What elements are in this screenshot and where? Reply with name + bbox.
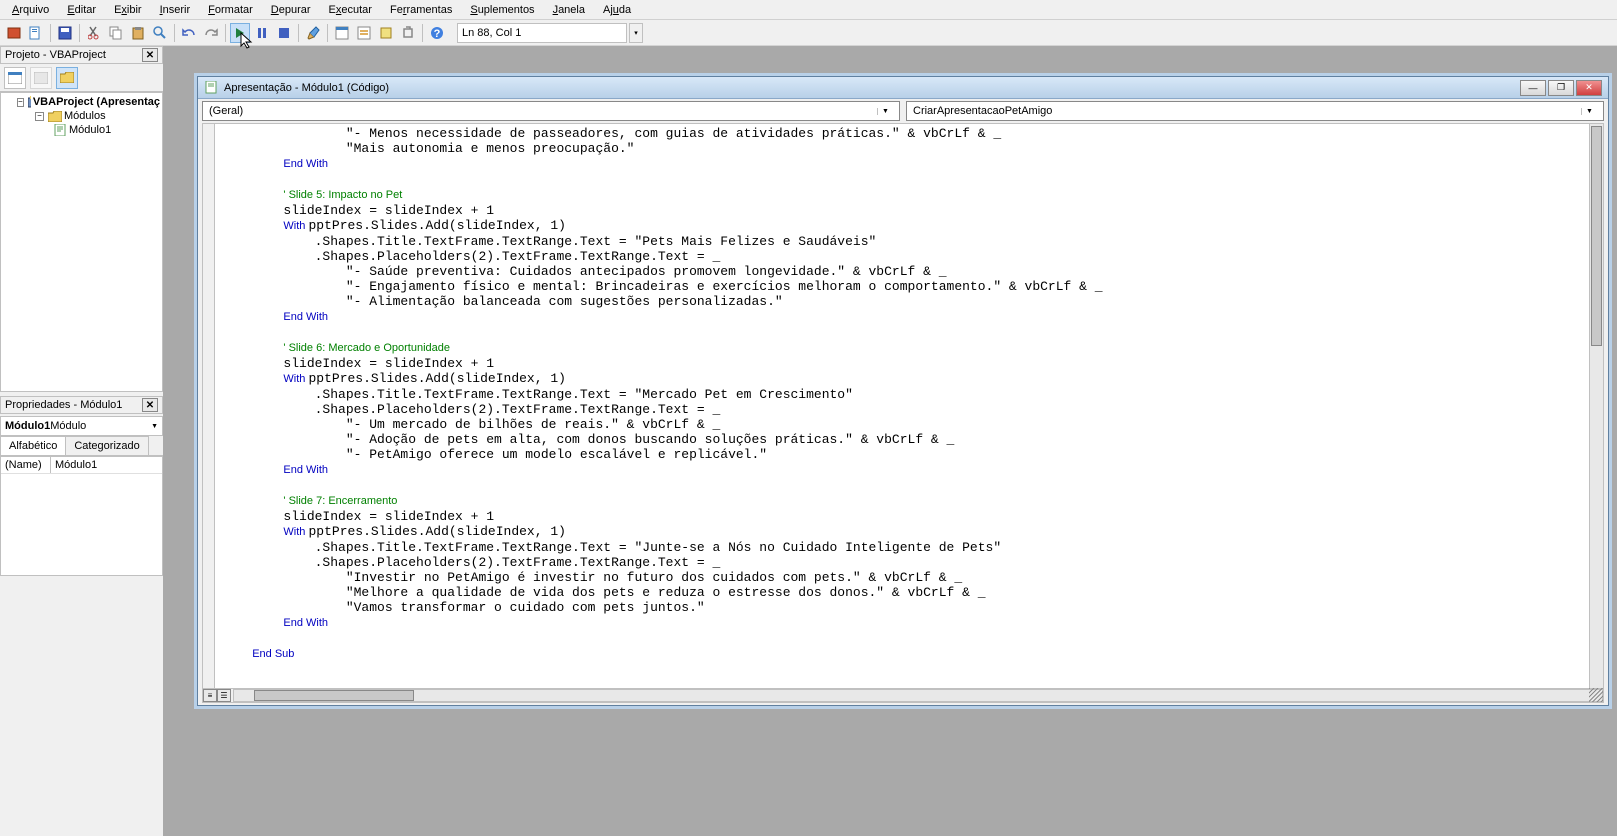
project-explorer-toolbar xyxy=(0,64,163,92)
find-button[interactable] xyxy=(150,23,170,43)
tree-root-label: VBAProject (Apresentaç xyxy=(33,96,160,108)
copy-button[interactable] xyxy=(106,23,126,43)
menu-janela[interactable]: Janela xyxy=(545,2,593,18)
menu-bar: Arquivo Editar Exibir Inserir Formatar D… xyxy=(0,0,1617,20)
toggle-folders-button[interactable] xyxy=(56,67,78,89)
tab-categorized[interactable]: Categorizado xyxy=(65,436,148,455)
code-window-titlebar[interactable]: Apresentação - Módulo1 (Código) — ❐ ✕ xyxy=(198,77,1608,99)
property-value-cell[interactable]: Módulo1 xyxy=(51,457,162,473)
property-row-name[interactable]: (Name) Módulo1 xyxy=(1,457,162,474)
menu-arquivo[interactable]: Arquivo xyxy=(4,2,57,18)
project-explorer-title: Projeto - VBAProject xyxy=(5,49,106,61)
properties-tabs: Alfabético Categorizado xyxy=(0,436,163,456)
menu-editar[interactable]: Editar xyxy=(59,2,104,18)
scrollbar-thumb[interactable] xyxy=(1591,126,1602,346)
tree-module1[interactable]: Módulo1 xyxy=(3,123,160,137)
tree-folder-modules[interactable]: − Módulos xyxy=(3,109,160,123)
project-tree[interactable]: − VBAProject (Apresentaç − Módulos Módul… xyxy=(0,92,163,392)
mdi-client-area: Apresentação - Módulo1 (Código) — ❐ ✕ (G… xyxy=(163,46,1617,836)
paste-button[interactable] xyxy=(128,23,148,43)
tab-alphabetic[interactable]: Alfabético xyxy=(0,436,66,455)
menu-ajuda[interactable]: Ajuda xyxy=(595,2,639,18)
tree-module-label: Módulo1 xyxy=(69,124,111,136)
save-button[interactable] xyxy=(55,23,75,43)
svg-text:?: ? xyxy=(434,28,441,40)
properties-header: Propriedades - Módulo1 ✕ xyxy=(0,396,163,414)
view-ppt-button[interactable] xyxy=(4,23,24,43)
reset-button[interactable] xyxy=(274,23,294,43)
design-mode-button[interactable] xyxy=(303,23,323,43)
properties-button[interactable] xyxy=(354,23,374,43)
menu-executar[interactable]: Executar xyxy=(321,2,380,18)
combo-arrow-icon: ▼ xyxy=(877,108,893,115)
break-button[interactable] xyxy=(252,23,272,43)
menu-formatar[interactable]: Formatar xyxy=(200,2,261,18)
combo-arrow-icon: ▼ xyxy=(151,423,158,430)
horizontal-scrollbar[interactable] xyxy=(233,689,1603,702)
help-button[interactable]: ? xyxy=(427,23,447,43)
close-button[interactable]: ✕ xyxy=(1576,80,1602,96)
menu-exibir[interactable]: Exibir xyxy=(106,2,150,18)
project-explorer-header: Projeto - VBAProject ✕ xyxy=(0,46,163,64)
code-editor[interactable]: "- Menos necessidade de passeadores, com… xyxy=(202,123,1604,703)
tree-folder-label: Módulos xyxy=(64,110,106,122)
redo-button[interactable] xyxy=(201,23,221,43)
position-indicator: Ln 88, Col 1 xyxy=(457,23,627,43)
object-browser-button[interactable] xyxy=(376,23,396,43)
menu-inserir[interactable]: Inserir xyxy=(152,2,199,18)
run-button[interactable] xyxy=(230,23,250,43)
properties-title: Propriedades - Módulo1 xyxy=(5,399,122,411)
project-icon xyxy=(28,96,31,108)
toolbox-button[interactable] xyxy=(398,23,418,43)
left-panel: Projeto - VBAProject ✕ − VBAProject (Apr… xyxy=(0,46,163,836)
properties-grid[interactable]: (Name) Módulo1 xyxy=(0,456,163,576)
combo-arrow-icon: ▼ xyxy=(1581,108,1597,115)
procedure-combo[interactable]: CriarApresentacaoPetAmigo ▼ xyxy=(906,101,1604,121)
code-gutter xyxy=(203,124,215,702)
object-combo[interactable]: (Geral) ▼ xyxy=(202,101,900,121)
toolbar: ? Ln 88, Col 1 ▾ xyxy=(0,20,1617,46)
resize-grip-icon[interactable] xyxy=(1589,688,1603,702)
property-name-cell: (Name) xyxy=(1,457,51,473)
collapse-icon[interactable]: − xyxy=(35,112,44,121)
folder-icon xyxy=(48,111,62,122)
menu-suplementos[interactable]: Suplementos xyxy=(462,2,542,18)
cut-button[interactable] xyxy=(84,23,104,43)
code-combo-row: (Geral) ▼ CriarApresentacaoPetAmigo ▼ xyxy=(198,99,1608,123)
menu-depurar[interactable]: Depurar xyxy=(263,2,319,18)
maximize-button[interactable]: ❐ xyxy=(1548,80,1574,96)
code-window-title: Apresentação - Módulo1 (Código) xyxy=(224,82,1520,94)
code-window: Apresentação - Módulo1 (Código) — ❐ ✕ (G… xyxy=(197,76,1609,706)
properties-object-combo[interactable]: Módulo1 Módulo ▼ xyxy=(0,416,163,436)
view-code-button[interactable] xyxy=(4,67,26,89)
collapse-icon[interactable]: − xyxy=(17,98,24,107)
view-object-button[interactable] xyxy=(30,67,52,89)
properties-close-button[interactable]: ✕ xyxy=(142,398,158,412)
code-text-area[interactable]: "- Menos necessidade de passeadores, com… xyxy=(203,124,1603,688)
insert-module-button[interactable] xyxy=(26,23,46,43)
position-dropdown[interactable]: ▾ xyxy=(629,23,643,43)
minimize-button[interactable]: — xyxy=(1520,80,1546,96)
procedure-view-button[interactable]: ≡ xyxy=(203,689,217,702)
scrollbar-thumb[interactable] xyxy=(254,690,414,701)
project-explorer-button[interactable] xyxy=(332,23,352,43)
undo-button[interactable] xyxy=(179,23,199,43)
tree-root[interactable]: − VBAProject (Apresentaç xyxy=(3,95,160,109)
module-icon xyxy=(204,81,220,95)
bottom-bar: ≡ ☰ xyxy=(203,688,1603,702)
project-explorer-close-button[interactable]: ✕ xyxy=(142,48,158,62)
menu-ferramentas[interactable]: Ferramentas xyxy=(382,2,460,18)
module-icon xyxy=(53,124,67,136)
full-module-view-button[interactable]: ☰ xyxy=(217,689,231,702)
vertical-scrollbar[interactable] xyxy=(1589,124,1603,688)
